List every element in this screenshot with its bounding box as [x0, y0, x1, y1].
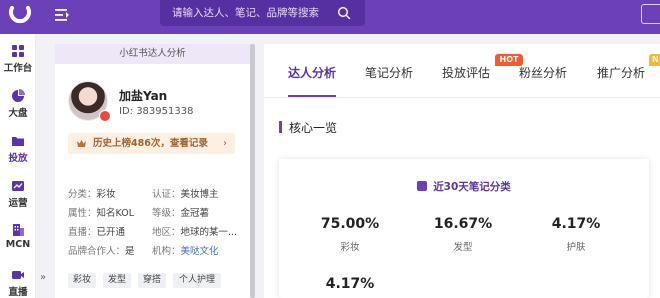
- nav-label: 投放: [8, 153, 28, 164]
- scrollbar-thumb[interactable]: [250, 44, 255, 298]
- main-content: 达人分析 笔记分析 投放评估 粉丝分析 推广分析 HOT N 核心一览 近30天…: [264, 44, 660, 298]
- stat-value: 75.00%: [320, 216, 380, 232]
- stat-label: 彩妆: [340, 242, 360, 253]
- info-category: 分类：彩妆: [68, 189, 116, 200]
- stat-skincare: 4.17% 护肤: [526, 216, 626, 253]
- info-region: 地区：地球的某一...: [152, 227, 238, 238]
- menu-toggle-icon[interactable]: [53, 6, 71, 24]
- nav-label: 运营: [8, 198, 28, 209]
- profile-panel: 小红书达人分析 加盐Yan ID: 383951338 历史上榜486次，查看记…: [55, 44, 250, 298]
- tab-promotion-analysis[interactable]: 推广分析: [597, 64, 645, 81]
- hot-badge: HOT: [495, 54, 523, 66]
- note-category-card: 近30天笔记分类 75.00% 彩妆 16.67% 发型 4.17% 护肤 4.…: [279, 159, 649, 298]
- stat-label: 发型: [453, 242, 473, 253]
- card-title: 近30天笔记分类: [279, 179, 649, 194]
- nav-item-live[interactable]: 直播: [0, 268, 36, 298]
- pie-chart-icon: [12, 89, 25, 102]
- top-bar: [0, 0, 660, 34]
- stat-label: 护肤: [566, 242, 586, 253]
- grid-icon: [12, 45, 24, 57]
- video-icon: [12, 271, 24, 279]
- nav-item-mcn[interactable]: MCN: [0, 223, 36, 250]
- info-brand-partner: 品牌合作人：是: [68, 246, 135, 257]
- tab-delivery-evaluation[interactable]: 投放评估: [442, 64, 490, 81]
- stat-value: 16.67%: [433, 216, 493, 232]
- stat-other: 4.17%: [300, 276, 400, 292]
- nav-item-workbench[interactable]: 工作台: [0, 44, 36, 74]
- tab-fans-analysis[interactable]: 粉丝分析: [519, 64, 567, 81]
- new-badge: N: [649, 54, 660, 66]
- building-icon: [13, 224, 24, 236]
- search-input[interactable]: [160, 0, 322, 26]
- logo-icon[interactable]: [6, 2, 34, 30]
- stat-hairstyle: 16.67% 发型: [413, 216, 513, 253]
- nav-item-delivery[interactable]: 投放: [0, 134, 36, 164]
- nav-item-operation[interactable]: 运营: [0, 179, 36, 209]
- nav-item-market[interactable]: 大盘: [0, 89, 36, 119]
- tag[interactable]: 彩妆: [68, 273, 96, 288]
- search-icon: [337, 6, 350, 20]
- stat-value: 4.17%: [325, 276, 375, 292]
- tag[interactable]: 个人护理: [173, 273, 221, 288]
- info-attribute: 属性：知名KOL: [68, 208, 134, 219]
- tag[interactable]: 穿搭: [138, 273, 166, 288]
- search-box: [160, 0, 365, 26]
- nav-label: 直播: [8, 287, 28, 298]
- tag[interactable]: 发型: [103, 273, 131, 288]
- profile-id: ID: 383951338: [119, 106, 194, 117]
- left-nav: 工作台 大盘 投放 运营 MCN 直播: [0, 34, 36, 298]
- calendar-icon: [417, 181, 428, 191]
- history-ranking-link[interactable]: 历史上榜486次，查看记录 ›: [68, 133, 235, 154]
- stat-value: 4.17%: [551, 216, 601, 232]
- history-text: 历史上榜486次，查看记录: [93, 138, 208, 149]
- info-certification: 认证：美妆博主: [152, 189, 219, 200]
- info-level: 等级：金冠薯: [152, 208, 210, 219]
- section-marker: [279, 121, 282, 133]
- folder-icon: [12, 137, 24, 146]
- expand-sidebar-button[interactable]: »: [40, 272, 46, 283]
- tabs-divider: [264, 97, 660, 98]
- tab-notes-analysis[interactable]: 笔记分析: [365, 64, 413, 81]
- nav-label: MCN: [5, 239, 31, 250]
- chevron-right-icon: ›: [223, 138, 227, 149]
- nav-label: 工作台: [3, 63, 33, 74]
- section-title: 核心一览: [289, 121, 338, 135]
- crown-icon: [77, 140, 86, 147]
- chart-card-icon: [12, 181, 24, 191]
- nav-label: 大盘: [8, 108, 28, 119]
- verified-icon: [99, 110, 111, 122]
- search-button[interactable]: [322, 0, 365, 26]
- tab-influencer-analysis[interactable]: 达人分析: [288, 64, 336, 81]
- info-agency[interactable]: 机构：美哒文化: [152, 243, 219, 257]
- profile-name: 加盐Yan: [119, 89, 168, 103]
- panel-title: 小红书达人分析: [55, 44, 250, 64]
- header-action-button[interactable]: [641, 4, 660, 24]
- stat-makeup: 75.00% 彩妆: [300, 216, 400, 253]
- info-live: 直播：已开通: [68, 227, 126, 238]
